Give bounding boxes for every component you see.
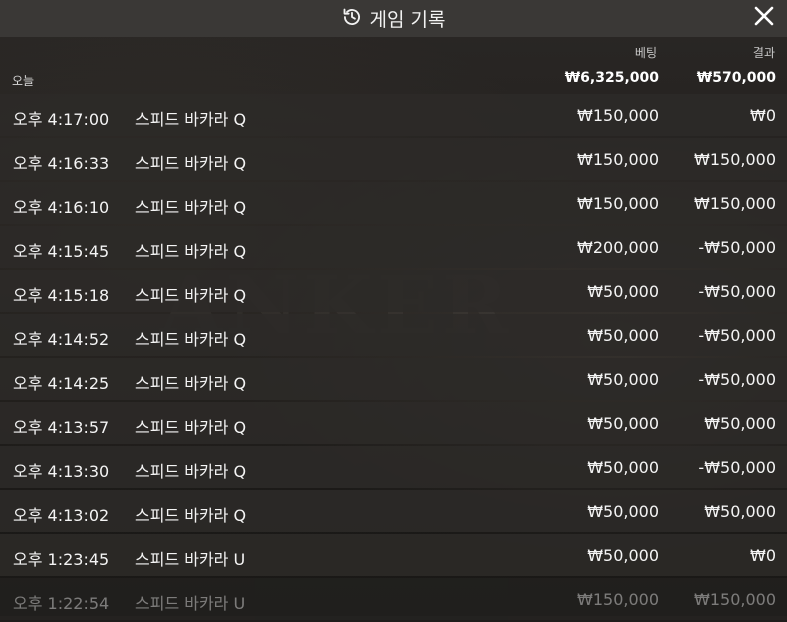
row-game: 스피드 바카라 Q	[135, 286, 247, 305]
row-time: 오후 4:16:33	[13, 154, 110, 173]
row-bet: ₩50,000	[587, 546, 659, 565]
row-game: 스피드 바카라 Q	[135, 506, 247, 525]
summary-row: 오늘 ₩6,325,000 ₩570,000	[0, 64, 787, 92]
row-game: 스피드 바카라 Q	[135, 462, 247, 481]
column-header-result: 결과	[752, 46, 775, 60]
header-title-group: 게임 기록	[342, 5, 446, 32]
row-result: ₩50,000	[704, 502, 776, 521]
history-row[interactable]: 오후 4:17:00 스피드 바카라 Q ₩150,000 ₩0	[0, 94, 787, 136]
history-list: 오후 4:17:00 스피드 바카라 Q ₩150,000 ₩0 오후 4:16…	[0, 94, 787, 622]
history-row[interactable]: 오후 4:15:45 스피드 바카라 Q ₩200,000 -₩50,000	[0, 226, 787, 268]
row-game: 스피드 바카라 Q	[135, 110, 247, 129]
row-result: -₩50,000	[698, 282, 776, 301]
row-result: ₩150,000	[694, 194, 776, 213]
history-row[interactable]: 오후 1:22:54 스피드 바카라 U ₩150,000 ₩150,000	[0, 578, 787, 620]
row-game: 스피드 바카라 U	[135, 550, 246, 569]
row-time: 오후 4:16:10	[13, 198, 110, 217]
row-result: ₩150,000	[694, 590, 776, 609]
row-bet: ₩50,000	[587, 326, 659, 345]
row-game: 스피드 바카라 Q	[135, 418, 247, 437]
row-time: 오후 4:13:02	[13, 506, 110, 525]
row-result: ₩50,000	[704, 414, 776, 433]
row-bet: ₩50,000	[587, 414, 659, 433]
row-time: 오후 1:22:54	[13, 594, 110, 613]
row-bet: ₩50,000	[587, 370, 659, 389]
row-result: ₩0	[750, 106, 776, 125]
row-bet: ₩200,000	[577, 238, 659, 257]
row-time: 오후 4:17:00	[13, 110, 110, 129]
row-bet: ₩150,000	[577, 194, 659, 213]
history-row[interactable]: 오후 4:16:10 스피드 바카라 Q ₩150,000 ₩150,000	[0, 182, 787, 224]
row-result: -₩50,000	[698, 458, 776, 477]
history-row[interactable]: 오후 4:13:57 스피드 바카라 Q ₩50,000 ₩50,000	[0, 402, 787, 444]
row-result: ₩0	[750, 546, 776, 565]
row-game: 스피드 바카라 Q	[135, 242, 247, 261]
history-row[interactable]: 오후 4:15:18 스피드 바카라 Q ₩50,000 -₩50,000	[0, 270, 787, 312]
row-bet: ₩50,000	[587, 458, 659, 477]
page-title: 게임 기록	[369, 9, 446, 31]
row-time: 오후 4:13:57	[13, 418, 110, 437]
row-result: ₩150,000	[694, 150, 776, 169]
history-row[interactable]: 오후 1:23:45 스피드 바카라 U ₩50,000 ₩0	[0, 534, 787, 576]
row-bet: ₩150,000	[577, 590, 659, 609]
row-time: 오후 1:23:45	[13, 550, 110, 569]
close-icon[interactable]	[753, 5, 775, 31]
row-game: 스피드 바카라 U	[135, 594, 246, 613]
history-row[interactable]: 오후 4:14:52 스피드 바카라 Q ₩50,000 -₩50,000	[0, 314, 787, 356]
history-row[interactable]: 오후 4:14:25 스피드 바카라 Q ₩50,000 -₩50,000	[0, 358, 787, 400]
row-result: -₩50,000	[698, 370, 776, 389]
history-row[interactable]: 오후 4:13:02 스피드 바카라 Q ₩50,000 ₩50,000	[0, 490, 787, 532]
modal-header: 게임 기록	[0, 0, 787, 37]
history-row[interactable]: 오후 4:16:33 스피드 바카라 Q ₩150,000 ₩150,000	[0, 138, 787, 180]
history-row[interactable]: 오후 4:13:30 스피드 바카라 Q ₩50,000 -₩50,000	[0, 446, 787, 488]
row-time: 오후 4:15:45	[13, 242, 110, 261]
row-bet: ₩150,000	[577, 150, 659, 169]
row-time: 오후 4:14:52	[13, 330, 110, 349]
row-time: 오후 4:14:25	[13, 374, 110, 393]
row-time: 오후 4:15:18	[13, 286, 110, 305]
summary-date-label: 오늘	[12, 74, 35, 88]
row-result: -₩50,000	[698, 238, 776, 257]
row-bet: ₩50,000	[587, 282, 659, 301]
summary-bet-total: ₩6,325,000	[564, 70, 659, 86]
row-game: 스피드 바카라 Q	[135, 374, 247, 393]
row-bet: ₩50,000	[587, 502, 659, 521]
row-result: -₩50,000	[698, 326, 776, 345]
history-icon	[342, 7, 362, 31]
row-game: 스피드 바카라 Q	[135, 330, 247, 349]
row-game: 스피드 바카라 Q	[135, 154, 247, 173]
row-game: 스피드 바카라 Q	[135, 198, 247, 217]
column-header-bet: 베팅	[634, 46, 657, 60]
row-time: 오후 4:13:30	[13, 462, 110, 481]
row-bet: ₩150,000	[577, 106, 659, 125]
summary-result-total: ₩570,000	[696, 70, 776, 86]
close-button[interactable]	[751, 5, 777, 31]
